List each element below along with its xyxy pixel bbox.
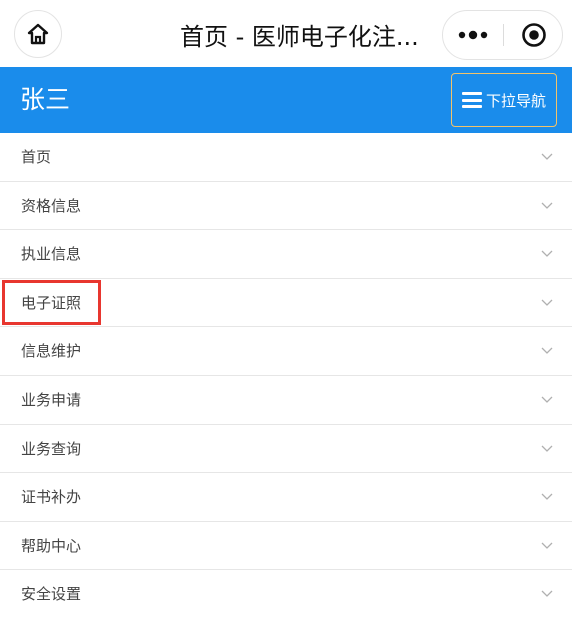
- chevron-down-icon: [541, 153, 553, 160]
- chevron-down-icon: [541, 396, 553, 403]
- menu-item-label: 首页: [21, 148, 52, 166]
- menu-item-label: 业务申请: [21, 390, 82, 409]
- menu-item-label: 资格信息: [21, 196, 82, 215]
- chevron-down-icon: [541, 493, 553, 501]
- menu-item-certificate-reissue[interactable]: 证书补办: [0, 473, 572, 522]
- chevron-down-icon: [541, 347, 553, 355]
- chevron-down-icon: [541, 445, 553, 452]
- menu-item-practice[interactable]: 执业信息: [0, 230, 572, 279]
- menu-item-qualification[interactable]: 资格信息: [0, 181, 572, 231]
- menu-item-label: 业务查询: [21, 439, 82, 458]
- menu-item-label: 执业信息: [21, 245, 82, 264]
- menu-item-info-maintenance[interactable]: 信息维护: [0, 327, 572, 376]
- user-name: 张三: [20, 85, 71, 114]
- menu-item-label: 证书补办: [21, 488, 82, 507]
- dropdown-nav-button[interactable]: 下拉导航: [451, 73, 557, 127]
- mini-program-top-bar: 首页 - 医师电子化注...: [0, 0, 572, 67]
- menu-item-label: 电子证照: [21, 293, 82, 312]
- chevron-down-icon: [541, 590, 553, 598]
- menu-item-label: 帮助中心: [21, 536, 82, 555]
- menu-item-business-query[interactable]: 业务查询: [0, 424, 572, 474]
- menu-item-help-center[interactable]: 帮助中心: [0, 521, 572, 571]
- app-header: 张三 下拉导航: [0, 67, 572, 133]
- menu-item-label: 安全设置: [21, 585, 82, 604]
- menu-item-home[interactable]: 首页: [0, 133, 572, 182]
- capsule-menu: [442, 10, 563, 60]
- chevron-down-icon: [541, 542, 553, 549]
- menu-item-security-settings[interactable]: 安全设置: [0, 570, 572, 618]
- chevron-down-icon: [541, 299, 553, 306]
- menu-item-business-apply[interactable]: 业务申请: [0, 375, 572, 425]
- menu-list: 首页 资格信息 执业信息 电子证照 信息维护 业务申请 业务查询 证书补办 帮助…: [0, 133, 572, 618]
- menu-icon: [461, 92, 482, 108]
- menu-item-e-license[interactable]: 电子证照: [0, 278, 572, 328]
- chevron-down-icon: [541, 250, 553, 258]
- home-button[interactable]: [14, 10, 62, 58]
- dropdown-nav-label: 下拉导航: [485, 91, 546, 110]
- target-close-icon: [521, 23, 546, 47]
- close-button[interactable]: [504, 11, 563, 59]
- home-icon: [27, 23, 49, 45]
- chevron-down-icon: [541, 202, 553, 209]
- more-dots-icon: [458, 30, 488, 40]
- page-title: 首页 - 医师电子化注...: [180, 23, 419, 51]
- menu-item-label: 信息维护: [21, 342, 82, 361]
- more-button[interactable]: [443, 11, 503, 59]
